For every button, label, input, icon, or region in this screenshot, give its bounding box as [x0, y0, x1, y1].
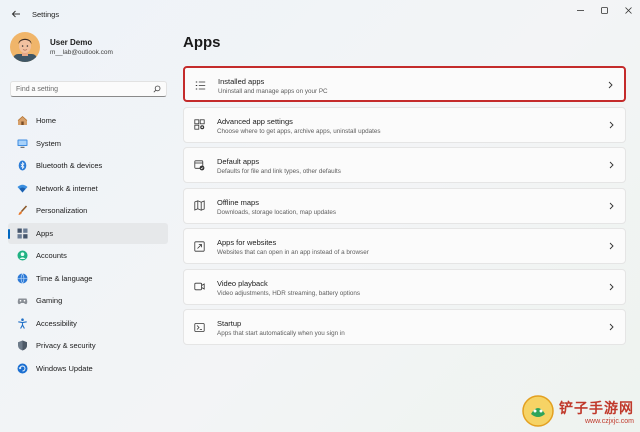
card-description: Choose where to get apps, archive apps, … [217, 127, 381, 135]
title-bar: Settings [0, 0, 640, 28]
chevron-right-icon [606, 80, 614, 90]
sidebar-item-privacy-security[interactable]: Privacy & security [8, 335, 168, 356]
sidebar-item-label: Apps [36, 228, 54, 238]
sidebar-item-home[interactable]: Home [8, 110, 168, 131]
sidebar-item-gaming[interactable]: Gaming [8, 290, 168, 311]
chevron-right-icon [607, 201, 615, 211]
brush-icon [16, 205, 28, 217]
maximize-button[interactable] [592, 0, 616, 20]
map-icon [193, 200, 205, 212]
watermark-logo-icon [522, 395, 554, 427]
sidebar-item-system[interactable]: System [8, 133, 168, 154]
sidebar-item-time-language[interactable]: Time & language [8, 268, 168, 289]
card-description: Uninstall and manage apps on your PC [218, 88, 328, 95]
back-arrow-icon [11, 10, 20, 18]
sidebar-item-personalization[interactable]: Personalization [8, 200, 168, 221]
minimize-button[interactable] [568, 0, 592, 20]
card-title: Installed apps [218, 77, 265, 86]
installed-apps-card[interactable]: Installed apps Uninstall and manage apps… [183, 66, 626, 102]
sidebar-item-network[interactable]: Network & internet [8, 178, 168, 199]
back-button[interactable] [8, 6, 24, 22]
card-description: Downloads, storage location, map updates [217, 208, 337, 216]
card-title: Apps for websites [217, 238, 277, 247]
shield-icon [16, 340, 28, 352]
sidebar-item-accounts[interactable]: Accounts [8, 245, 168, 266]
apps-websites-icon [193, 240, 205, 252]
search-placeholder: Find a setting [16, 85, 59, 93]
watermark-text: 铲子手游网 [559, 399, 634, 416]
user-name: User Demo [50, 38, 93, 47]
card-title: Offline maps [217, 197, 259, 207]
window-title: Settings [32, 9, 60, 19]
user-email: m__lab@outlook.com [50, 49, 113, 56]
sidebar-item-label: Accounts [36, 251, 67, 260]
sidebar-item-label: Time & language [36, 273, 93, 283]
update-icon [16, 362, 28, 374]
default-apps-icon [193, 159, 205, 171]
chevron-right-icon [607, 282, 615, 292]
chevron-right-icon [607, 160, 615, 170]
apps-for-websites-card[interactable]: Apps for websites Websites that can open… [183, 228, 626, 264]
offline-maps-card[interactable]: Offline maps Downloads, storage location… [183, 187, 626, 224]
advanced-app-settings-card[interactable]: Advanced app settings Choose where to ge… [183, 106, 626, 143]
sidebar-item-label: System [36, 138, 62, 148]
card-description: Apps that start automatically when you s… [217, 330, 345, 337]
startup-icon [193, 321, 205, 333]
system-icon [16, 137, 28, 149]
accessibility-icon [16, 317, 28, 329]
apps-icon [16, 227, 28, 239]
chevron-right-icon [607, 241, 615, 251]
minimize-icon [576, 9, 584, 11]
avatar [10, 32, 40, 62]
window-controls [568, 0, 640, 22]
default-apps-card[interactable]: Default apps Defaults for file and link … [183, 147, 626, 183]
page-title: Apps [183, 34, 221, 51]
card-description: Websites that can open in an app instead… [217, 249, 369, 256]
sidebar-item-windows-update[interactable]: Windows Update [8, 358, 168, 379]
card-title: Startup [217, 319, 242, 328]
startup-card[interactable]: Startup Apps that start automatically wh… [183, 309, 626, 345]
card-description: Defaults for file and link types, other … [217, 168, 341, 175]
time-language-icon [16, 272, 28, 284]
advanced-apps-icon [193, 119, 205, 131]
network-icon [16, 182, 28, 194]
chevron-right-icon [607, 322, 615, 332]
search-input[interactable]: Find a setting [10, 81, 167, 97]
sidebar: User Demo m__lab@outlook.com Find a sett… [0, 28, 176, 432]
installed-apps-icon [194, 79, 206, 91]
sidebar-item-label: Windows Update [36, 363, 93, 373]
watermark-url: www.czjxjc.com [584, 417, 634, 425]
sidebar-item-label: Privacy & security [36, 341, 96, 350]
video-icon [193, 281, 205, 293]
card-title: Advanced app settings [217, 116, 293, 126]
chevron-right-icon [607, 120, 615, 130]
maximize-icon [600, 6, 608, 14]
bluetooth-icon [16, 160, 28, 172]
video-playback-card[interactable]: Video playback Video adjustments, HDR st… [183, 268, 626, 305]
home-icon [16, 115, 28, 127]
sidebar-item-bluetooth[interactable]: Bluetooth & devices [8, 155, 168, 176]
user-profile[interactable]: User Demo m__lab@outlook.com [10, 32, 113, 62]
search-icon [153, 85, 161, 93]
sidebar-item-label: Home [36, 116, 57, 125]
settings-list: Installed apps Uninstall and manage apps… [183, 66, 626, 350]
accounts-icon [16, 250, 28, 262]
card-description: Video adjustments, HDR streaming, batter… [217, 289, 361, 297]
sidebar-item-label: Personalization [36, 206, 88, 215]
sidebar-item-label: Accessibility [36, 318, 77, 328]
close-icon [624, 6, 632, 14]
sidebar-item-label: Network & internet [36, 183, 98, 193]
sidebar-item-accessibility[interactable]: Accessibility [8, 313, 168, 334]
watermark: 铲子手游网 www.czjxjc.com [521, 394, 634, 428]
card-title: Video playback [217, 278, 268, 288]
sidebar-item-apps[interactable]: Apps [8, 222, 168, 244]
sidebar-item-label: Bluetooth & devices [36, 161, 103, 170]
sidebar-item-label: Gaming [36, 296, 63, 305]
gaming-icon [16, 295, 28, 307]
close-button[interactable] [616, 0, 640, 20]
nav-list: Home System Bluetooth & devices Network … [8, 110, 168, 380]
card-title: Default apps [217, 157, 260, 166]
